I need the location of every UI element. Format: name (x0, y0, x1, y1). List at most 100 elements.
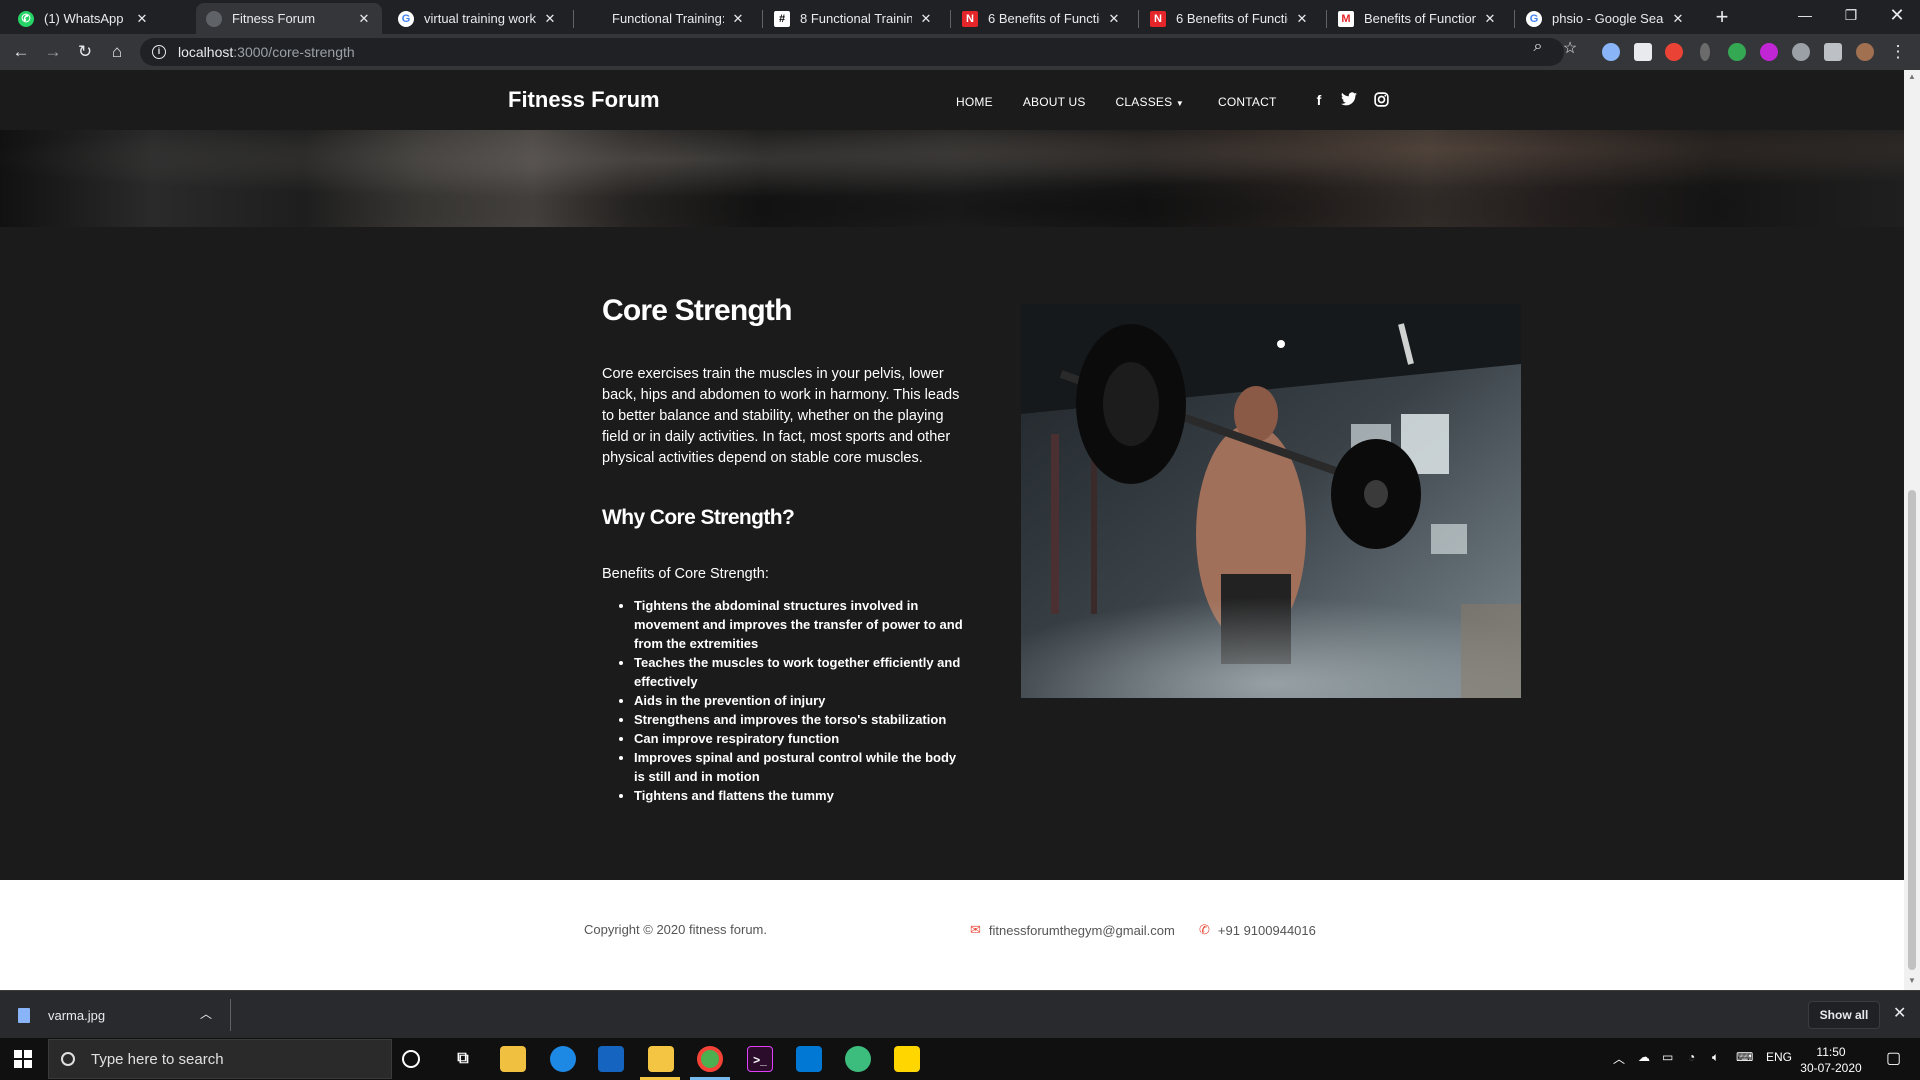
system-clock[interactable]: 11:50 30-07-2020 (1796, 1044, 1866, 1076)
forward-icon[interactable]: → (41, 40, 65, 64)
tab-fitness-forum[interactable]: Fitness Forum ✕ (196, 3, 382, 34)
scroll-down-icon[interactable]: ▼ (1908, 976, 1916, 985)
windows-start-icon[interactable] (14, 1050, 32, 1068)
close-icon[interactable]: ✕ (542, 11, 558, 27)
twitter-icon[interactable] (1340, 92, 1358, 110)
wifi-icon[interactable]: ◔ (1688, 1050, 1695, 1064)
download-item[interactable]: varma.jpg (18, 1003, 218, 1027)
close-icon[interactable]: ✕ (1670, 11, 1686, 27)
restore-icon[interactable]: ❐ (1828, 0, 1874, 32)
profile-avatar[interactable] (1856, 43, 1874, 61)
nav-classes-label: CLASSES (1115, 95, 1173, 109)
extension-tree-icon[interactable] (1728, 43, 1746, 61)
window-close-icon[interactable]: ✕ (1874, 0, 1920, 32)
back-icon[interactable]: ← (9, 40, 33, 64)
menu-kebab-icon[interactable]: ⋮ (1886, 40, 1910, 64)
extensions-puzzle-icon[interactable] (1824, 43, 1842, 61)
search-icon (61, 1052, 75, 1066)
tab-whatsapp[interactable]: ✆ (1) WhatsApp ✕ (8, 3, 160, 34)
facebook-icon[interactable]: f (1310, 92, 1328, 110)
nav-about[interactable]: ABOUT US (1023, 95, 1086, 109)
home-icon[interactable]: ⌂ (105, 40, 129, 64)
task-view-icon[interactable]: ⧉ (450, 1046, 476, 1072)
phone-text: +91 9100944016 (1217, 922, 1316, 938)
extension-gear-icon[interactable] (1792, 43, 1810, 61)
onedrive-icon[interactable]: ☁ (1638, 1050, 1650, 1064)
tab-virtual-training[interactable]: G virtual training workout ✕ (388, 3, 568, 34)
battery-icon[interactable]: ▭ (1662, 1050, 1673, 1064)
tab-label: (1) WhatsApp (44, 11, 124, 26)
chrome-icon[interactable] (697, 1046, 723, 1072)
site-brand[interactable]: Fitness Forum (508, 87, 660, 113)
reload-icon[interactable]: ↻ (73, 40, 97, 64)
n-icon: N (1150, 10, 1166, 27)
tab-separator (1514, 10, 1515, 28)
email-text: fitnessforumthegym@gmail.com (988, 922, 1175, 938)
close-icon[interactable]: ✕ (356, 11, 372, 27)
terminal-icon[interactable]: >_ (747, 1046, 773, 1072)
nav-classes[interactable]: CLASSES ▼ (1116, 95, 1184, 109)
hashtag-icon: # (774, 10, 790, 27)
volume-icon[interactable]: 🔈︎ (1712, 1050, 1719, 1065)
bookmark-star-icon[interactable]: ☆ (1558, 38, 1582, 58)
extension-cloud-icon[interactable] (1602, 43, 1620, 61)
benefits-intro: Benefits of Core Strength: (602, 566, 769, 582)
notifications-icon[interactable]: ▢ (1886, 1048, 1901, 1068)
nav-contact[interactable]: CONTACT (1218, 95, 1277, 109)
file-explorer-icon[interactable] (648, 1046, 674, 1072)
url-path: :3000/core-strength (233, 44, 355, 60)
tab-label: 8 Functional Training Be (800, 11, 912, 26)
app-green-icon[interactable] (845, 1046, 871, 1072)
file-icon (18, 1007, 30, 1023)
close-icon[interactable]: ✕ (1482, 11, 1498, 27)
nav-home[interactable]: HOME (956, 95, 993, 109)
language-indicator[interactable]: ENG (1766, 1050, 1792, 1064)
list-item: Tightens and flattens the tummy (634, 786, 969, 805)
close-icon[interactable]: ✕ (1294, 11, 1310, 27)
minimize-icon[interactable]: — (1782, 0, 1828, 32)
chevron-up-icon[interactable]: ︿ (200, 1005, 212, 1022)
page-scrollbar[interactable]: ▲ ▼ (1904, 70, 1920, 990)
edge-icon[interactable] (550, 1046, 576, 1072)
scroll-up-icon[interactable]: ▲ (1908, 72, 1916, 81)
close-icon[interactable]: ✕ (918, 11, 934, 27)
extension-pocket-icon[interactable] (1634, 43, 1652, 61)
close-icon[interactable]: ✕ (730, 11, 746, 27)
extension-grey-icon[interactable] (1700, 43, 1710, 61)
extension-red-icon[interactable] (1665, 43, 1683, 61)
tab-label: Fitness Forum (232, 11, 316, 26)
close-icon[interactable]: ✕ (1893, 1003, 1906, 1023)
chevron-up-icon[interactable]: ︿ (1613, 1050, 1625, 1067)
close-icon[interactable]: ✕ (1106, 11, 1122, 27)
extension-purple-icon[interactable] (1760, 43, 1778, 61)
tab-separator (573, 10, 574, 28)
vscode-icon[interactable] (796, 1046, 822, 1072)
tab-label: 6 Benefits of Functiona (1176, 11, 1288, 26)
tab-8-functional[interactable]: # 8 Functional Training Be ✕ (764, 3, 944, 34)
keyboard-icon[interactable]: ⌨ (1736, 1050, 1753, 1064)
app-yellow-icon[interactable] (894, 1046, 920, 1072)
mail-icon[interactable] (598, 1046, 624, 1072)
scrollbar-thumb[interactable] (1908, 490, 1916, 970)
store-icon[interactable] (500, 1046, 526, 1072)
tab-6-benefits-b[interactable]: N 6 Benefits of Functiona ✕ (1140, 3, 1320, 34)
show-all-button[interactable]: Show all (1808, 1001, 1880, 1029)
zoom-icon[interactable]: ⌕ (1526, 38, 1550, 56)
taskbar-search[interactable]: Type here to search (48, 1039, 392, 1079)
tab-benefits-functional[interactable]: M Benefits of Functional T ✕ (1328, 3, 1508, 34)
site-navbar: Fitness Forum HOME ABOUT US CLASSES ▼ CO… (0, 70, 1904, 130)
cortana-icon[interactable] (402, 1050, 420, 1068)
close-icon[interactable]: ✕ (134, 11, 150, 27)
tab-phsio-search[interactable]: G phsio - Google Search ✕ (1516, 3, 1696, 34)
address-bar[interactable]: i localhost :3000/core-strength (140, 38, 1564, 66)
tab-6-benefits-a[interactable]: N 6 Benefits of Functiona ✕ (952, 3, 1132, 34)
footer-email[interactable]: ✉ fitnessforumthegym@gmail.com (970, 922, 1175, 938)
footer-phone[interactable]: ✆ +91 9100944016 (1199, 922, 1316, 938)
tab-functional-training[interactable]: Functional Training: A D ✕ (576, 3, 756, 34)
site-info-icon[interactable]: i (152, 45, 166, 59)
instagram-icon[interactable] (1372, 92, 1390, 110)
new-tab-button[interactable]: + (1708, 5, 1736, 31)
hero-banner-overlay (0, 130, 1904, 227)
download-shelf: varma.jpg ︿ Show all ✕ (0, 990, 1920, 1038)
tab-label: phsio - Google Search (1552, 11, 1664, 26)
